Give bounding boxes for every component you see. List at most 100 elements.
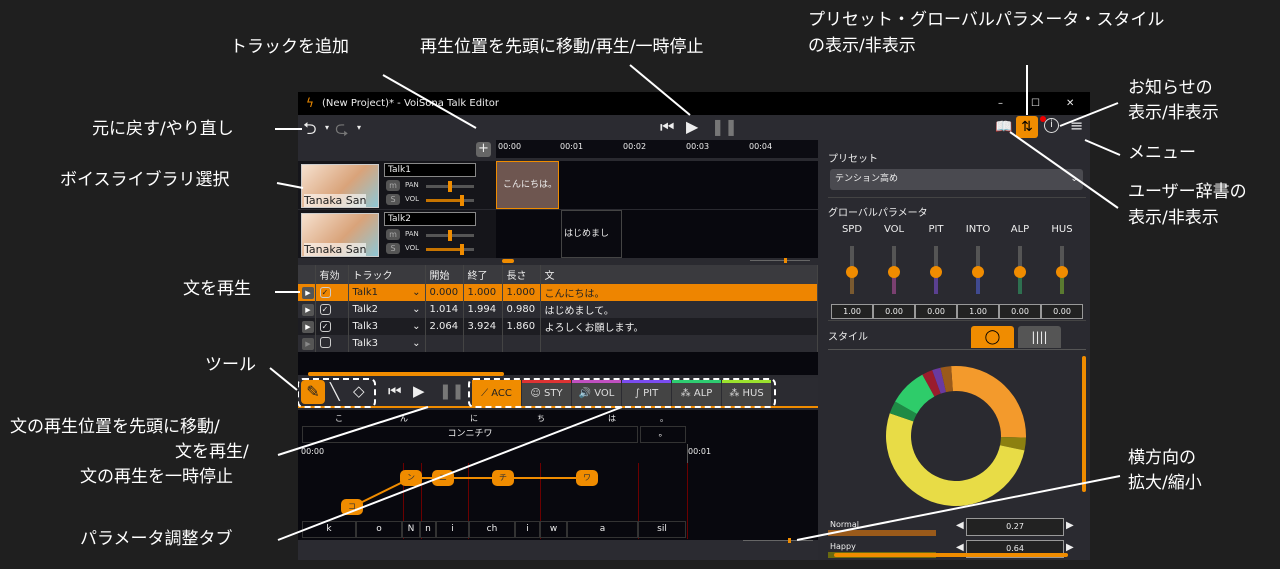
slider-knob[interactable]: [1056, 266, 1068, 278]
undo-button[interactable]: ⮌: [303, 116, 317, 145]
phoneme-cell[interactable]: a: [567, 521, 638, 538]
phoneme-cell[interactable]: i: [515, 521, 540, 538]
close-button[interactable]: ✕: [1066, 92, 1074, 115]
phoneme-cell[interactable]: ch: [469, 521, 515, 538]
sentence-pause-button[interactable]: ❚❚: [439, 382, 464, 400]
param-value-input[interactable]: 0.00: [915, 304, 957, 319]
undo-dropdown-icon[interactable]: ▾: [325, 123, 329, 132]
phoneme-cell[interactable]: i: [436, 521, 469, 538]
maximize-button[interactable]: ☐: [1031, 92, 1040, 115]
solo-button[interactable]: S: [386, 194, 400, 205]
param-value-input[interactable]: 0.00: [873, 304, 915, 319]
param-value-input[interactable]: 1.00: [831, 304, 873, 319]
table-row[interactable]: ▶ ✓ Talk3 ⌄ 2.064 3.924 1.860 よろしくお願します。: [298, 318, 818, 335]
length-cell[interactable]: 1.000: [502, 284, 541, 301]
menu-button[interactable]: ≡: [1070, 116, 1083, 135]
info-button[interactable]: i: [1044, 118, 1059, 133]
play-sentence-button[interactable]: ▶: [298, 284, 316, 301]
slider-knob[interactable]: [846, 266, 858, 278]
solo-button[interactable]: S: [386, 243, 400, 254]
phoneme-cell[interactable]: o: [356, 521, 402, 538]
accent-node[interactable]: ン: [400, 470, 422, 486]
add-track-button[interactable]: +: [476, 142, 491, 157]
phoneme-cell[interactable]: N: [402, 521, 420, 538]
panel-toggle-button[interactable]: ⇅: [1016, 116, 1038, 138]
increment-button[interactable]: ▶: [1066, 520, 1074, 531]
decrement-button[interactable]: ◀: [956, 542, 964, 553]
voice-library-select[interactable]: Tanaka San: [301, 213, 379, 257]
param-value-input[interactable]: 0.00: [999, 304, 1041, 319]
user-dictionary-button[interactable]: 📖: [995, 119, 1012, 135]
phoneme-cell[interactable]: k: [302, 521, 356, 538]
accent-node[interactable]: ニ: [432, 470, 454, 486]
phoneme-cell[interactable]: sil: [638, 521, 686, 538]
text-cell[interactable]: はじめまして。: [540, 301, 818, 318]
param-value-input[interactable]: 1.00: [957, 304, 999, 319]
param-value-input[interactable]: 0.00: [1041, 304, 1083, 319]
start-cell[interactable]: [425, 335, 464, 352]
style-weight-bar[interactable]: [828, 530, 936, 536]
start-cell[interactable]: 1.014: [425, 301, 464, 318]
slider-knob[interactable]: [972, 266, 984, 278]
pan-slider[interactable]: [426, 230, 474, 241]
rewind-to-start-button[interactable]: ⏮: [660, 117, 674, 137]
volume-slider[interactable]: [426, 195, 474, 206]
accent-node[interactable]: コ: [341, 499, 363, 515]
style-v-scrollbar[interactable]: [1082, 356, 1086, 492]
redo-dropdown-icon[interactable]: ▾: [357, 123, 361, 132]
style-bar-view-tab[interactable]: ||||: [1018, 326, 1061, 348]
style-value-input[interactable]: 0.27: [966, 518, 1064, 536]
style-donut-view-tab[interactable]: ◯: [971, 326, 1014, 348]
sentence-rewind-button[interactable]: ⏮: [388, 382, 402, 400]
editor-zoom-slider[interactable]: [743, 538, 813, 543]
timeline-ruler[interactable]: 00:00 00:01 00:02 00:03 00:04: [496, 140, 818, 158]
enabled-checkbox[interactable]: ✓: [315, 301, 349, 318]
accent-node[interactable]: ワ: [576, 470, 598, 486]
slider-knob[interactable]: [1014, 266, 1026, 278]
text-cell[interactable]: こんにちは。: [540, 284, 818, 301]
timeline-h-scrollbar[interactable]: [502, 259, 514, 263]
table-row[interactable]: ▶ ✓ Talk2 ⌄ 1.014 1.994 0.980 はじめまして。: [298, 301, 818, 318]
end-cell[interactable]: 1.000: [463, 284, 503, 301]
table-h-scrollbar[interactable]: [308, 372, 504, 376]
play-button[interactable]: ▶: [686, 117, 698, 136]
table-row[interactable]: ▶ Talk3 ⌄: [298, 335, 818, 352]
play-sentence-button[interactable]: ▶: [298, 301, 316, 318]
play-sentence-button[interactable]: ▶: [298, 335, 316, 352]
decrement-button[interactable]: ◀: [956, 520, 964, 531]
mute-button[interactable]: m: [386, 180, 400, 191]
table-row[interactable]: ▶ ✓ Talk1 ⌄ 0.000 1.000 1.000 こんにちは。: [298, 284, 818, 301]
timeline-zoom-slider[interactable]: [750, 258, 810, 263]
pause-button[interactable]: ❚❚: [711, 117, 738, 136]
track-select[interactable]: Talk1 ⌄: [348, 284, 426, 301]
track-select[interactable]: Talk3 ⌄: [348, 318, 426, 335]
volume-slider[interactable]: [426, 244, 474, 255]
length-cell[interactable]: 0.980: [502, 301, 541, 318]
enabled-checkbox[interactable]: [315, 335, 349, 352]
sentence-play-button[interactable]: ▶: [413, 382, 425, 400]
pan-slider[interactable]: [426, 181, 474, 192]
text-cell[interactable]: [540, 335, 818, 352]
track-name-input[interactable]: Talk2: [384, 212, 476, 226]
enabled-checkbox[interactable]: ✓: [315, 284, 349, 301]
accent-node[interactable]: チ: [492, 470, 514, 486]
style-h-scrollbar[interactable]: [834, 553, 1068, 557]
track-name-input[interactable]: Talk1: [384, 163, 476, 177]
audio-clip[interactable]: こんにちは。: [496, 161, 559, 209]
preset-select[interactable]: テンション高め ⌄: [830, 169, 1083, 190]
length-cell[interactable]: 1.860: [502, 318, 541, 335]
phoneme-cell[interactable]: n: [420, 521, 436, 538]
redo-button[interactable]: ⮎: [335, 116, 349, 145]
increment-button[interactable]: ▶: [1066, 542, 1074, 553]
start-cell[interactable]: 2.064: [425, 318, 464, 335]
track-select[interactable]: Talk3 ⌄: [348, 335, 426, 352]
minimize-button[interactable]: –: [998, 92, 1003, 115]
phoneme-cell[interactable]: w: [540, 521, 567, 538]
end-cell[interactable]: [463, 335, 503, 352]
start-cell[interactable]: 0.000: [425, 284, 464, 301]
play-sentence-button[interactable]: ▶: [298, 318, 316, 335]
slider-knob[interactable]: [930, 266, 942, 278]
enabled-checkbox[interactable]: ✓: [315, 318, 349, 335]
audio-clip[interactable]: はじめまして。: [561, 210, 622, 285]
end-cell[interactable]: 3.924: [463, 318, 503, 335]
